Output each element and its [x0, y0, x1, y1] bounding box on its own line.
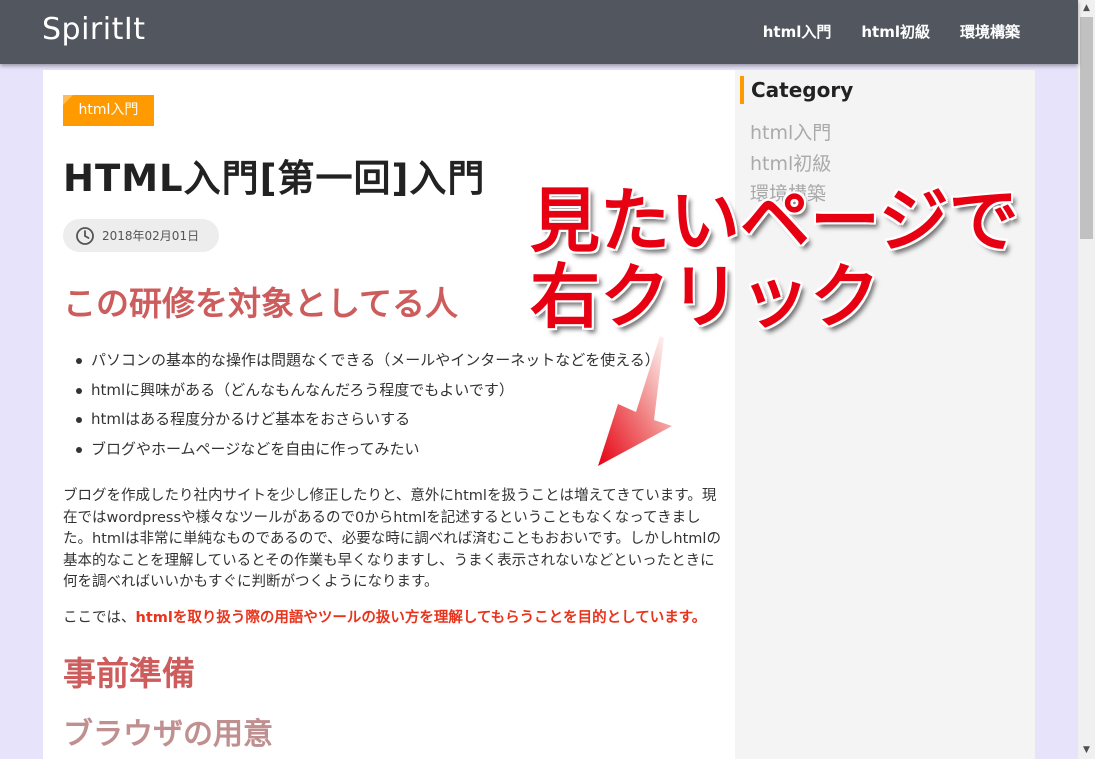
list-item: htmlに興味がある（どんなもんなんだろう程度でもよいです） [76, 378, 660, 408]
site-logo[interactable]: SpiritIt [42, 12, 145, 47]
post-date: 2018年02月01日 [63, 219, 219, 252]
nav-link-html-beginner[interactable]: html初級 [861, 21, 930, 42]
purpose-prefix: ここでは、 [63, 610, 136, 626]
list-item: htmlはある程度分かるけど基本をおさらいする [76, 407, 660, 437]
page-title: HTML入門[第一回]入門 [63, 157, 486, 200]
nav-link-html-intro[interactable]: html入門 [763, 21, 832, 42]
site-header: SpiritIt html入門 html初級 環境構築 [0, 0, 1078, 64]
section-heading-target: この研修を対象としてる人 [63, 284, 459, 323]
category-badge[interactable]: html入門 [63, 95, 154, 126]
main-nav: html入門 html初級 環境構築 [763, 21, 1020, 42]
subsection-heading-browser: ブラウザの用意 [63, 717, 273, 752]
annotation-line-1: 見たいページで [530, 180, 1019, 262]
nav-link-environment[interactable]: 環境構築 [960, 21, 1020, 42]
scrollbar[interactable]: ▲ ▼ [1078, 0, 1095, 759]
purpose-emphasis: htmlを取り扱う際の用語やツールの扱い方を理解してもらうことを目的としています… [135, 610, 707, 626]
scroll-down-icon[interactable]: ▼ [1078, 742, 1095, 759]
scroll-up-icon[interactable]: ▲ [1078, 0, 1095, 17]
target-list: パソコンの基本的な操作は問題なくできる（メールやインターネットなどを使える） h… [76, 348, 660, 467]
section-heading-preparation: 事前準備 [63, 654, 195, 693]
list-item: ブログやホームページなどを自由に作ってみたい [76, 437, 660, 467]
intro-paragraph: ブログを作成したり社内サイトを少し修正したりと、意外にhtmlを扱うことは増えて… [63, 488, 721, 590]
sidebar: Category html入門 html初級 環境構築 [735, 70, 1035, 759]
purpose-paragraph: ここでは、htmlを取り扱う際の用語やツールの扱い方を理解してもらうことを目的と… [63, 606, 706, 627]
sidebar-title: Category [740, 76, 853, 104]
clock-icon [76, 226, 94, 245]
list-item: パソコンの基本的な操作は問題なくできる（メールやインターネットなどを使える） [76, 348, 660, 378]
sidebar-item-html-intro[interactable]: html入門 [750, 120, 831, 151]
arrow-icon [598, 336, 672, 466]
date-text: 2018年02月01日 [102, 229, 200, 243]
sidebar-item-html-beginner[interactable]: html初級 [750, 151, 831, 182]
scroll-thumb[interactable] [1080, 17, 1093, 239]
annotation-line-2: 右クリック [530, 256, 880, 338]
